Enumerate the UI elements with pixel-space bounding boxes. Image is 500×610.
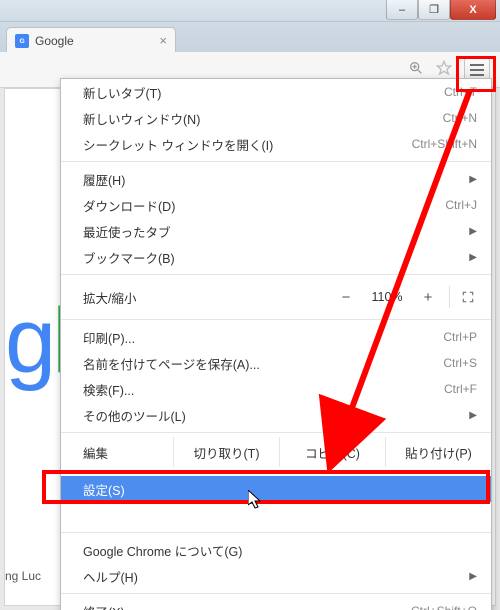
svg-text:G: G — [19, 38, 24, 45]
tab-strip: G Google × — [0, 22, 500, 52]
menu-exit[interactable]: 終了(X)Ctrl+Shift+Q — [61, 598, 491, 610]
fullscreen-button[interactable] — [453, 290, 483, 304]
edit-paste[interactable]: 貼り付け(P) — [385, 437, 491, 467]
menu-separator — [61, 161, 491, 162]
tab-label: Google — [35, 34, 74, 48]
edit-label: 編集 — [83, 443, 173, 462]
menu-bookmarks[interactable]: ブックマーク(B)▶ — [61, 244, 491, 270]
edit-copy[interactable]: コピー(C) — [279, 437, 385, 467]
maximize-button[interactable]: ❐ — [418, 0, 450, 20]
feeling-lucky-text: ng Luc — [5, 569, 41, 583]
google-favicon: G — [15, 34, 29, 48]
menu-separator — [61, 432, 491, 433]
menu-about[interactable]: Google Chrome について(G) — [61, 537, 491, 563]
menu-separator — [61, 532, 491, 533]
browser-window: – ❐ X G Google × — [0, 0, 500, 610]
chevron-right-icon: ▶ — [469, 174, 477, 185]
menu-separator — [61, 593, 491, 594]
title-bar: – ❐ X — [0, 0, 500, 22]
minimize-button[interactable]: – — [386, 0, 418, 20]
zoom-label: 拡大/縮小 — [83, 288, 328, 307]
hamburger-icon — [470, 64, 484, 66]
close-button[interactable]: X — [450, 0, 496, 20]
menu-edit-row: 編集 切り取り(T) コピー(C) 貼り付け(P) — [61, 437, 491, 467]
menu-new-window[interactable]: 新しいウィンドウ(N)Ctrl+N — [61, 105, 491, 131]
menu-settings[interactable]: 設定(S) — [61, 476, 491, 502]
chrome-menu: 新しいタブ(T)Ctrl+T 新しいウィンドウ(N)Ctrl+N シークレット … — [60, 78, 492, 610]
tab-close-icon[interactable]: × — [159, 33, 167, 48]
window-controls: – ❐ X — [386, 0, 496, 20]
menu-separator — [61, 471, 491, 472]
menu-more-tools[interactable]: その他のツール(L)▶ — [61, 402, 491, 428]
menu-print[interactable]: 印刷(P)...Ctrl+P — [61, 324, 491, 350]
chevron-right-icon: ▶ — [469, 226, 477, 237]
menu-history[interactable]: 履歴(H)▶ — [61, 166, 491, 192]
menu-help[interactable]: ヘルプ(H)▶ — [61, 563, 491, 589]
menu-save-as[interactable]: 名前を付けてページを保存(A)...Ctrl+S — [61, 350, 491, 376]
menu-incognito[interactable]: シークレット ウィンドウを開く(I)Ctrl+Shift+N — [61, 131, 491, 157]
menu-new-tab[interactable]: 新しいタブ(T)Ctrl+T — [61, 79, 491, 105]
zoom-in-button[interactable]: + — [410, 285, 446, 309]
menu-separator — [61, 319, 491, 320]
menu-downloads[interactable]: ダウンロード(D)Ctrl+J — [61, 192, 491, 218]
menu-separator — [61, 274, 491, 275]
zoom-out-button[interactable]: − — [328, 285, 364, 309]
tab-google[interactable]: G Google × — [6, 27, 176, 53]
chevron-right-icon: ▶ — [469, 252, 477, 263]
edit-cut[interactable]: 切り取り(T) — [173, 437, 279, 467]
menu-blurred[interactable] — [61, 502, 491, 528]
menu-recent-tabs[interactable]: 最近使ったタブ▶ — [61, 218, 491, 244]
chevron-right-icon: ▶ — [469, 410, 477, 421]
menu-find[interactable]: 検索(F)...Ctrl+F — [61, 376, 491, 402]
menu-zoom-row: 拡大/縮小 − 110% + — [61, 279, 491, 315]
chevron-right-icon: ▶ — [469, 571, 477, 582]
zoom-value: 110% — [364, 290, 410, 304]
